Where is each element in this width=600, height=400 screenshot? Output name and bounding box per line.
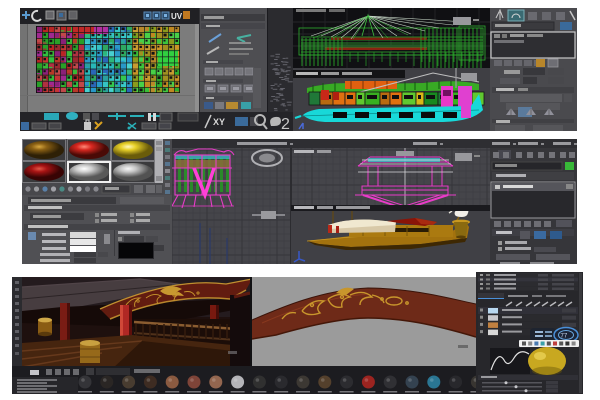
svg-text:77: 77 bbox=[561, 334, 568, 340]
svg-text:XY: XY bbox=[213, 117, 225, 127]
svg-text:2: 2 bbox=[281, 116, 290, 131]
svg-text:UV: UV bbox=[171, 12, 183, 21]
